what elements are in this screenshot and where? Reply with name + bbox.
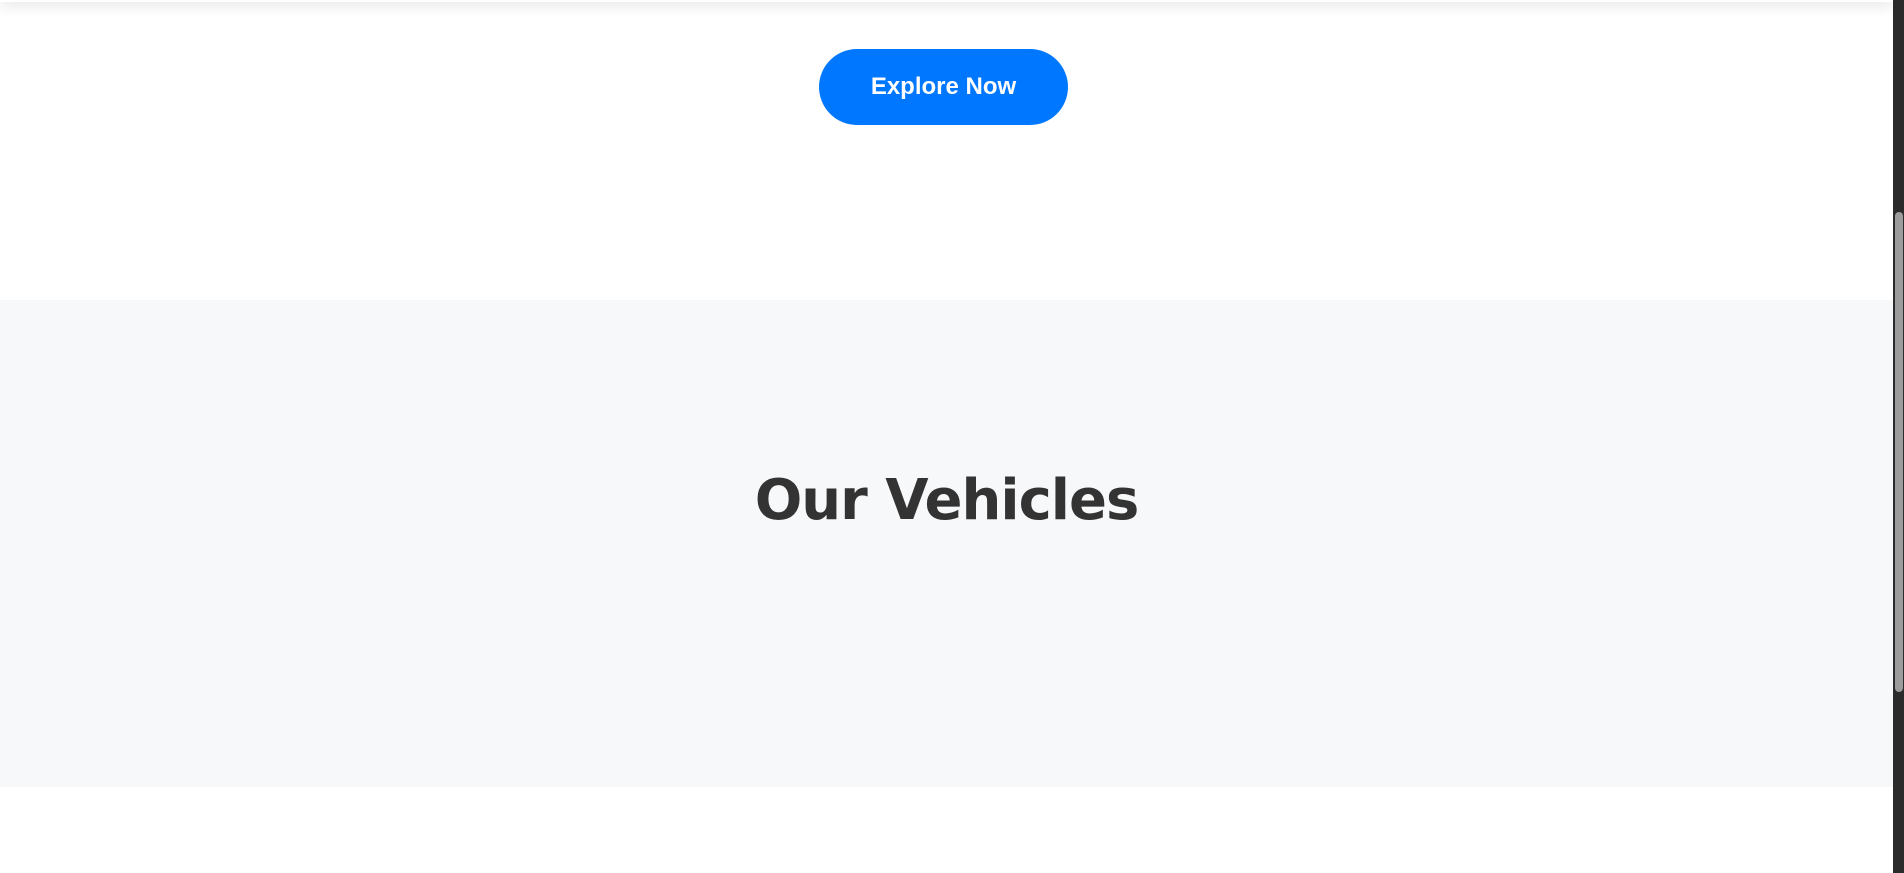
hero-section: Explore Now — [0, 0, 1893, 300]
page: Explore Now Our Vehicles — [0, 0, 1904, 873]
header-shadow-edge — [0, 0, 1893, 2]
next-section — [0, 787, 1893, 873]
explore-now-button[interactable]: Explore Now — [819, 49, 1068, 125]
vehicles-section: Our Vehicles — [0, 300, 1893, 787]
vertical-scrollbar[interactable] — [1893, 0, 1904, 873]
scrollbar-thumb[interactable] — [1895, 212, 1903, 692]
vehicles-section-title: Our Vehicles — [754, 468, 1140, 533]
page-viewport: Explore Now Our Vehicles — [0, 0, 1893, 873]
